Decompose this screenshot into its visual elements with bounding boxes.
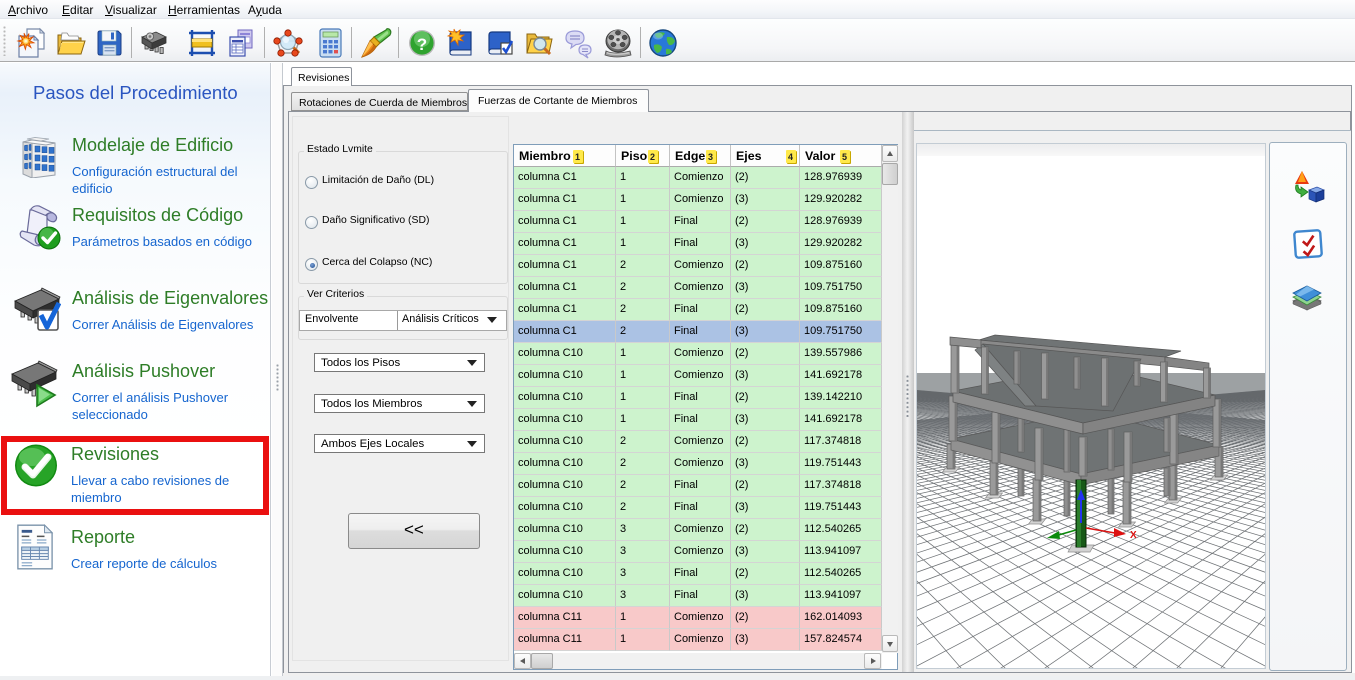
- svg-text:?: ?: [417, 35, 427, 54]
- svg-text:X: X: [1130, 530, 1137, 541]
